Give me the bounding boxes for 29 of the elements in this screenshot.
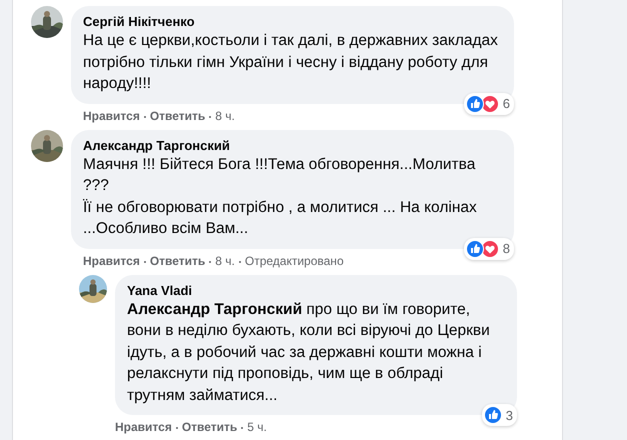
reaction-count: 6 <box>502 96 510 111</box>
separator-dot <box>238 260 241 262</box>
separator-dot <box>176 427 178 429</box>
separator-dot <box>144 260 146 262</box>
like-link[interactable]: Нравится <box>83 252 140 268</box>
comment-text: Александр Таргонский про що ви їм говорите, вони в неділю бухають, коли всі віруючі до Церкви ідуть, а в робочий час за державні кошти можна і релакснути під проповідь, чим ще в облраді трутням займатися... <box>127 300 491 406</box>
separator-dot <box>209 116 212 118</box>
separator-dot <box>241 427 244 429</box>
author-name[interactable]: Сергій Нікітченко <box>83 13 498 30</box>
comment-time[interactable]: 8 ч. <box>215 108 235 124</box>
separator-dot <box>209 260 212 262</box>
reply-link[interactable]: Ответить <box>182 419 238 435</box>
comment-text: Маячня !!! Бійтеся Бога !!!Тема обговорення...Молитва ??? Її не обговорювати потрібно , а молитися ... На колінах ...Особливо всім Вам... <box>83 154 478 239</box>
comment-time[interactable]: 5 ч. <box>247 419 267 435</box>
reply-link[interactable]: Ответить <box>150 108 206 124</box>
separator-dot <box>144 116 146 118</box>
reply-link[interactable]: Ответить <box>150 252 206 268</box>
reaction-count: 8 <box>502 241 510 256</box>
comment-time[interactable]: 8 ч. <box>215 252 235 268</box>
edited-label: Отредактировано <box>244 252 344 268</box>
like-link[interactable]: Нравится <box>115 419 172 435</box>
reaction-badge[interactable]: 6 <box>464 92 514 114</box>
comment-text: На це є церкви,костьоли і так далі, в державних закладах потрібно тільки гімн України і чесну і віддану роботу для народу!!!! <box>83 31 498 94</box>
like-link[interactable]: Нравится <box>83 108 140 124</box>
reaction-count: 3 <box>506 408 513 422</box>
reaction-badge[interactable]: 8 <box>464 238 514 260</box>
reaction-badge[interactable]: 3 <box>482 404 517 426</box>
author-name[interactable]: Александр Таргонский <box>83 136 498 154</box>
author-name[interactable]: Yana Vladi <box>127 282 501 298</box>
